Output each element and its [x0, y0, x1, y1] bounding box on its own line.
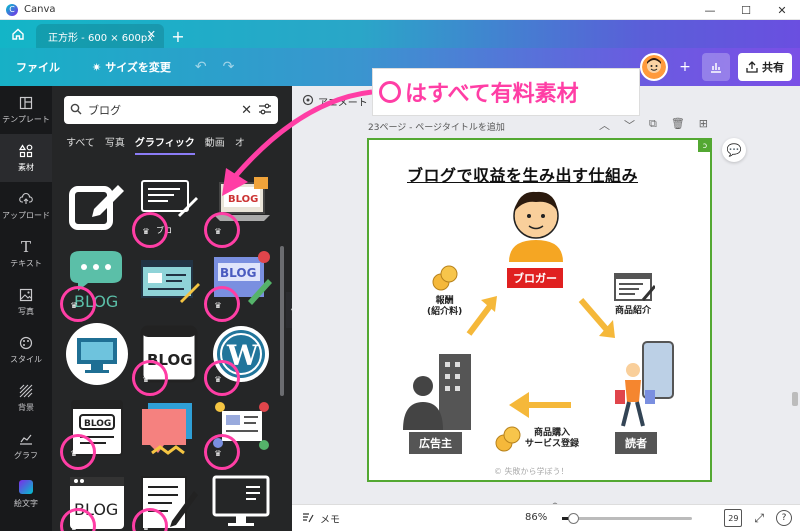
callout-text: はすべて有料素材: [405, 82, 579, 107]
notes-pencil-icon: [302, 511, 314, 526]
annotation-callout: はすべて有料素材: [372, 68, 640, 116]
page-count-badge[interactable]: 29: [724, 509, 743, 527]
notes-button[interactable]: メモ: [302, 511, 340, 526]
bottom-bar: メモ 86% 29 ⤢ ?: [292, 504, 800, 531]
zoom-slider[interactable]: [562, 513, 692, 524]
pink-circle-mark-icon: [379, 81, 401, 103]
help-icon[interactable]: ?: [776, 510, 792, 526]
zoom-level[interactable]: 86%: [525, 512, 547, 523]
zoom-slider-knob[interactable]: [568, 513, 579, 524]
notes-label: メモ: [320, 514, 340, 526]
fullscreen-icon[interactable]: ⤢: [754, 511, 764, 526]
